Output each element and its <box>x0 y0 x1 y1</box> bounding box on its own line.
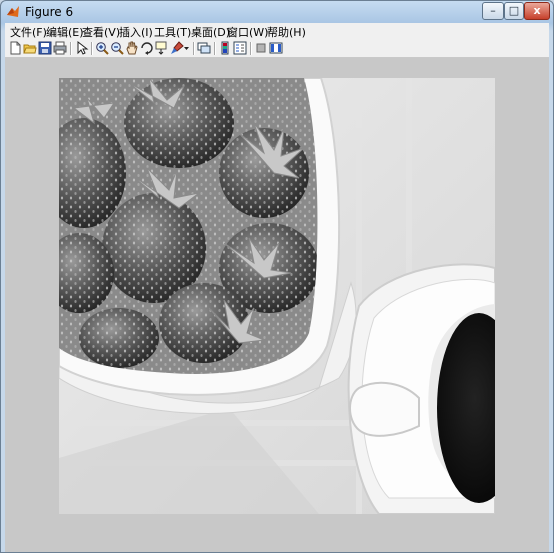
window-title: Figure 6 <box>25 5 74 19</box>
menu-help[interactable]: 帮助(H) <box>267 24 306 40</box>
print-icon[interactable] <box>53 41 67 55</box>
zoom-in-icon[interactable] <box>95 41 109 55</box>
figure-toolbar <box>5 40 549 58</box>
menu-desktop[interactable]: 桌面(D) <box>191 24 230 40</box>
menu-tools[interactable]: 工具(T) <box>154 24 191 40</box>
insert-colorbar-icon[interactable] <box>218 41 232 55</box>
toolbar-separator <box>214 42 216 55</box>
pan-icon[interactable] <box>125 41 139 55</box>
brush-icon[interactable] <box>170 41 184 55</box>
matlab-app-icon <box>7 6 19 17</box>
show-plot-tools-icon[interactable] <box>269 41 283 55</box>
toolbar-separator <box>70 42 72 55</box>
toolbar-separator <box>250 42 252 55</box>
brush-dropdown-icon[interactable] <box>183 41 190 55</box>
maximize-icon: □ <box>508 4 520 17</box>
close-button[interactable]: x <box>524 2 550 20</box>
menu-file[interactable]: 文件(F) <box>10 24 47 40</box>
edit-plot-icon[interactable] <box>75 41 89 55</box>
menu-insert[interactable]: 插入(I) <box>119 24 153 40</box>
hide-plot-tools-icon[interactable] <box>254 41 268 55</box>
toolbar-separator <box>91 42 93 55</box>
save-icon[interactable] <box>38 41 52 55</box>
data-cursor-icon[interactable] <box>155 41 169 55</box>
open-file-icon[interactable] <box>23 41 37 55</box>
maximize-button[interactable]: □ <box>504 2 524 20</box>
rotate-3d-icon[interactable] <box>140 41 154 55</box>
menu-view[interactable]: 查看(V) <box>82 24 120 40</box>
insert-legend-icon[interactable] <box>233 41 247 55</box>
minimize-icon: – <box>490 4 496 17</box>
link-plot-icon[interactable] <box>197 41 211 55</box>
image-axes[interactable] <box>59 78 495 514</box>
toolbar-separator <box>193 42 195 55</box>
grayscale-photo-image <box>59 78 495 514</box>
menu-window[interactable]: 窗口(W) <box>227 24 268 40</box>
figure-window: Figure 6 – □ x 文件(F) 编辑(E) 查看(V) 插入(I) 工… <box>0 0 554 553</box>
menu-edit[interactable]: 编辑(E) <box>46 24 84 40</box>
title-bar[interactable]: Figure 6 – □ x <box>1 1 553 23</box>
zoom-out-icon[interactable] <box>110 41 124 55</box>
figure-canvas <box>5 58 549 552</box>
new-figure-icon[interactable] <box>8 41 22 55</box>
minimize-button[interactable]: – <box>482 2 504 20</box>
close-icon: x <box>533 4 541 17</box>
menu-bar: 文件(F) 编辑(E) 查看(V) 插入(I) 工具(T) 桌面(D) 窗口(W… <box>5 23 549 41</box>
